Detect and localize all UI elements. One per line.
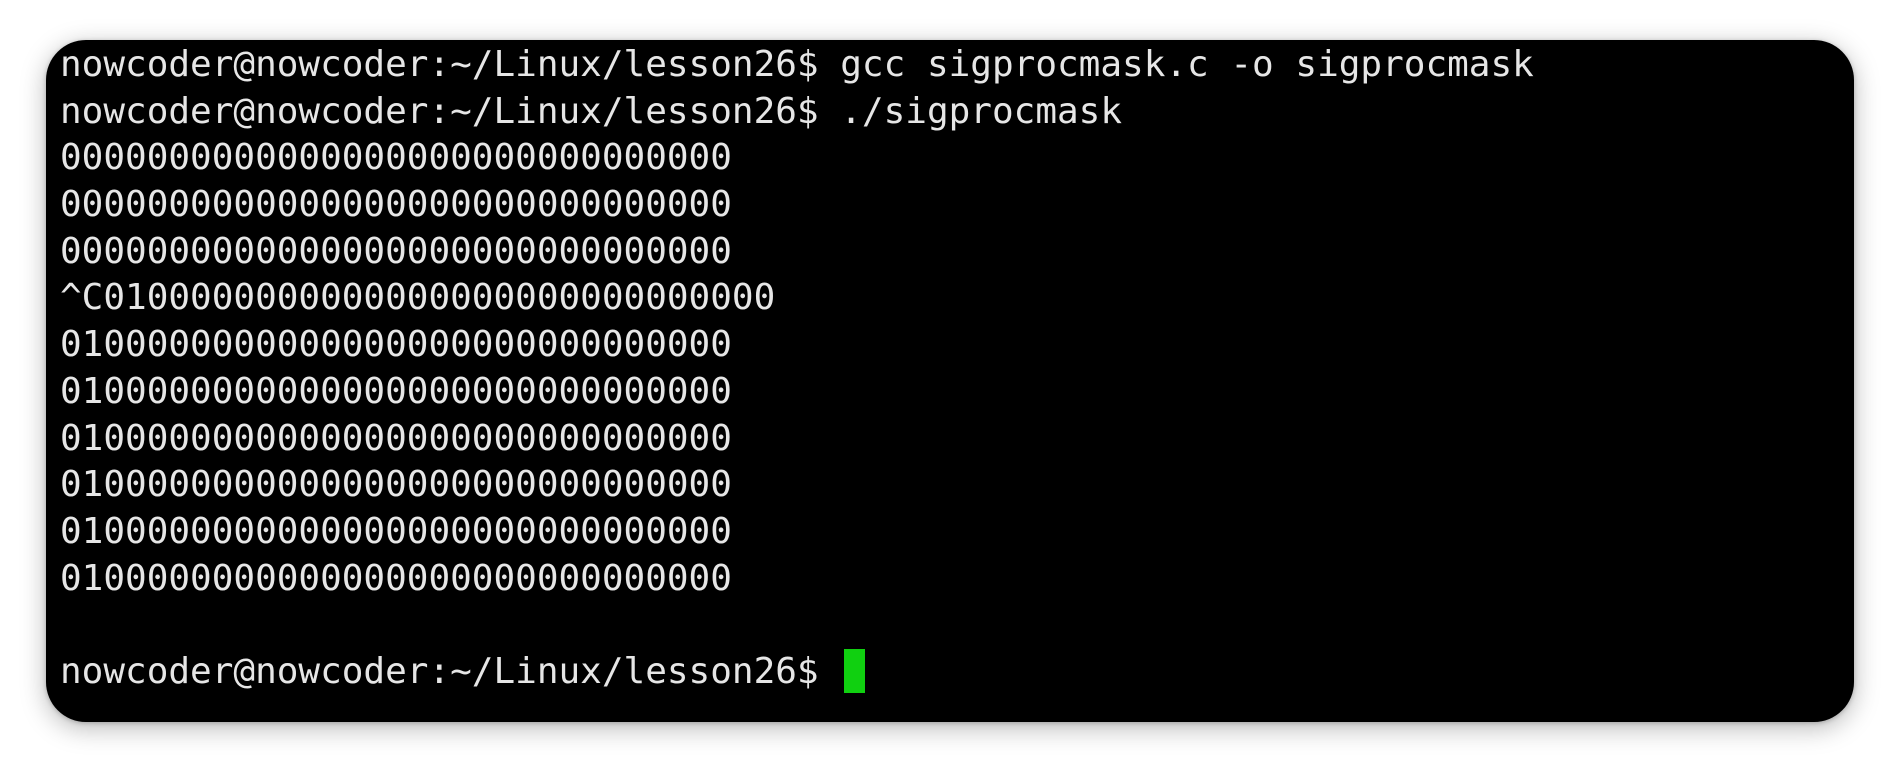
terminal-output[interactable]: nowcoder@nowcoder:~/Linux/lesson26$ gcc … xyxy=(60,42,1840,722)
terminal-window[interactable]: nowcoder@nowcoder:~/Linux/lesson26$ gcc … xyxy=(46,40,1854,722)
prompt-line[interactable]: nowcoder@nowcoder:~/Linux/lesson26$ xyxy=(60,648,1840,696)
terminal-line: 0100000000000000000000000000000 xyxy=(60,510,732,552)
terminal-line: 0100000000000000000000000000000 xyxy=(60,417,732,459)
text-cursor xyxy=(844,648,866,693)
terminal-line: ^C0100000000000000000000000000000 xyxy=(60,277,776,319)
terminal-line: 0100000000000000000000000000000 xyxy=(60,557,732,599)
terminal-line: 0000000000000000000000000000000 xyxy=(60,230,732,272)
terminal-line: 0000000000000000000000000000000 xyxy=(60,184,732,226)
terminal-line: 0100000000000000000000000000000 xyxy=(60,464,732,506)
terminal-line: nowcoder@nowcoder:~/Linux/lesson26$ ./si… xyxy=(60,90,1123,132)
terminal-line: 0100000000000000000000000000000 xyxy=(60,324,732,366)
terminal-line: nowcoder@nowcoder:~/Linux/lesson26$ gcc … xyxy=(60,44,1534,85)
shell-prompt: nowcoder@nowcoder:~/Linux/lesson26$ xyxy=(60,650,841,692)
terminal-line: 0000000000000000000000000000000 xyxy=(60,137,732,179)
terminal-line: 0100000000000000000000000000000 xyxy=(60,370,732,412)
